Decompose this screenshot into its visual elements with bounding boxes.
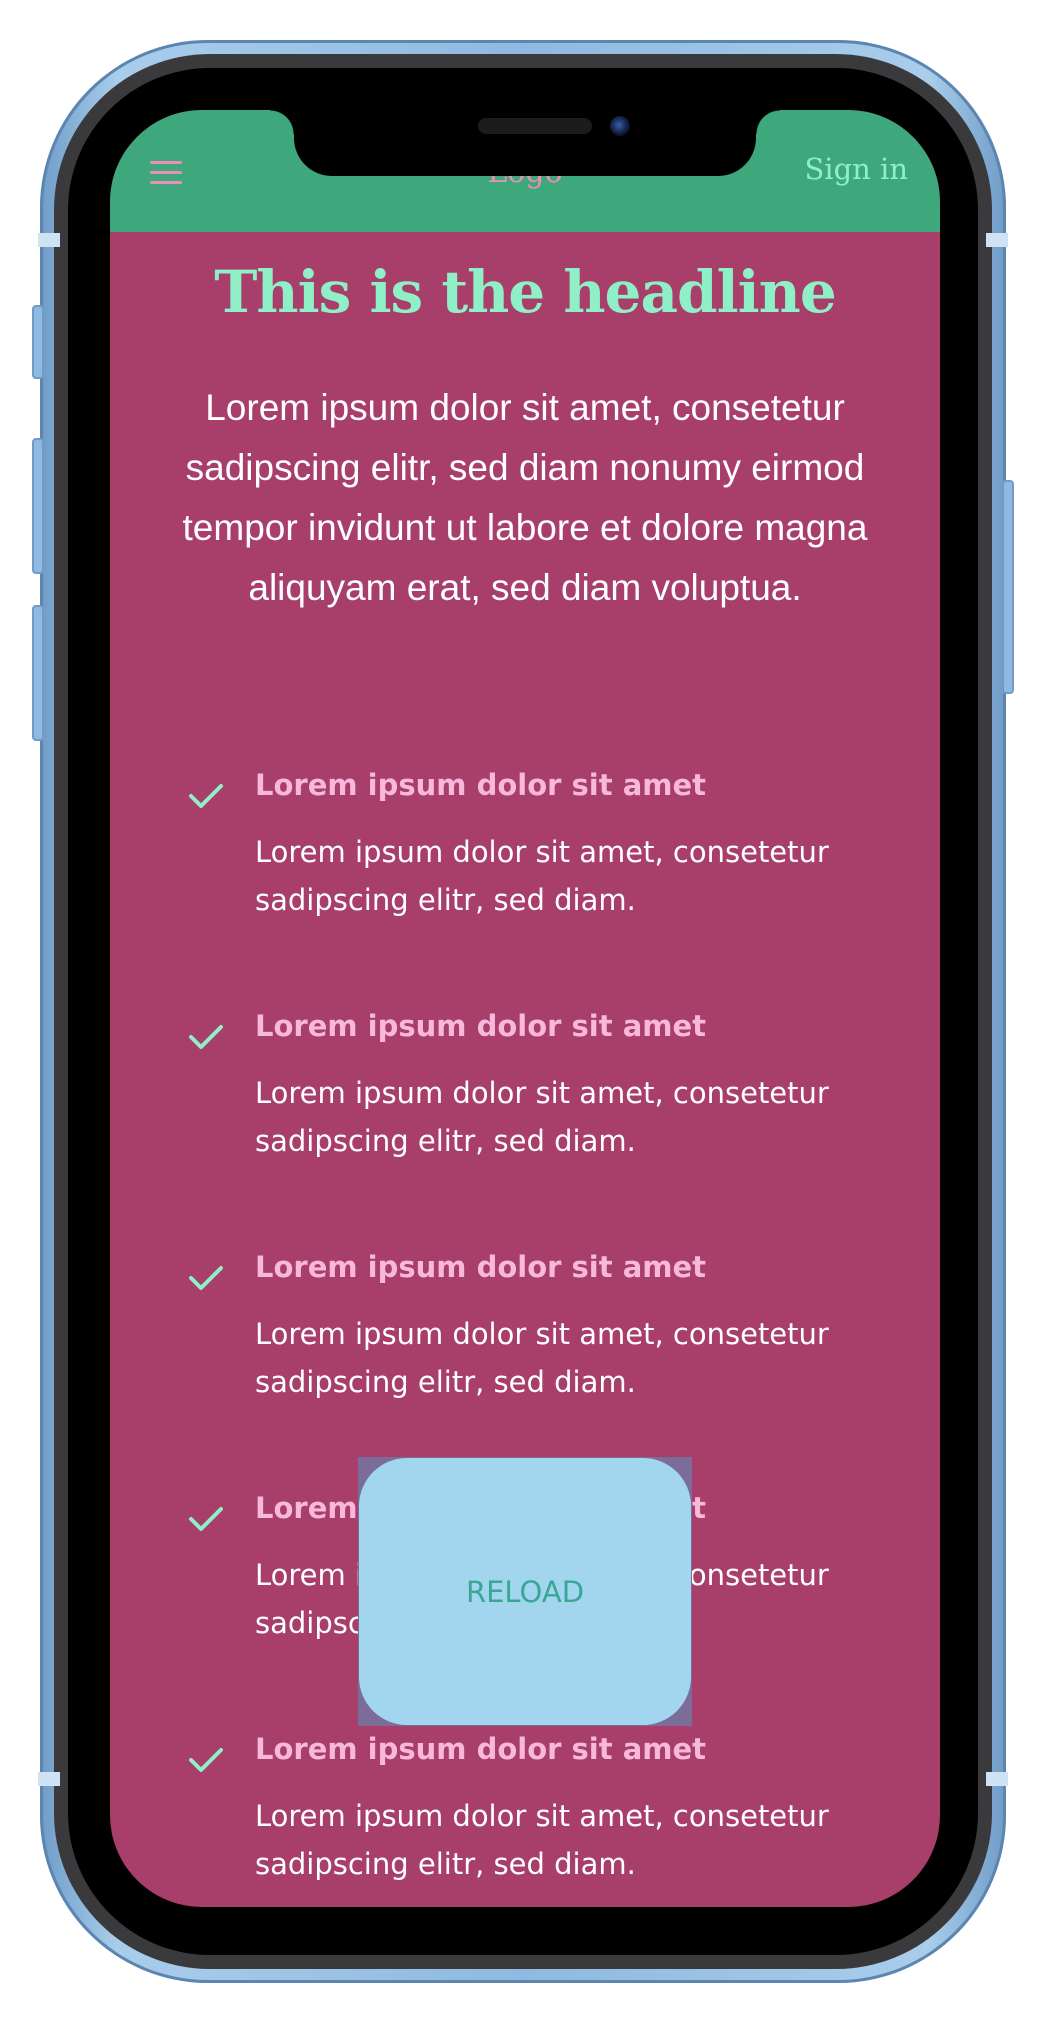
reload-overlay: RELOAD [358,1457,692,1726]
check-icon [189,1266,223,1290]
feature-title: Lorem ipsum dolor sit amet [255,768,707,802]
silent-switch [32,305,44,379]
check-icon [189,1507,223,1531]
feature-text: Lorem ipsum dolor sit amet, consetetur s… [255,835,829,917]
feature-item: Lorem ipsum dolor sit amet Lorem ipsum d… [110,1732,940,1907]
sign-in-link[interactable]: Sign in [804,152,908,186]
reload-button[interactable]: RELOAD [359,1458,691,1725]
front-camera-icon [610,116,630,136]
feature-title: Lorem ipsum dolor sit amet [255,1732,707,1766]
feature-item: Lorem ipsum dolor sit amet Lorem ipsum d… [110,1250,940,1450]
feature-text: Lorem ipsum dolor sit amet, consetetur s… [255,1317,829,1399]
check-icon [189,1748,223,1772]
page-headline: This is the headline [214,258,836,326]
antenna-line [38,233,60,247]
antenna-line [38,1772,60,1786]
power-button [1002,480,1014,694]
check-icon [189,784,223,808]
feature-title: Lorem ipsum dolor sit amet [255,1250,707,1284]
camera-notch [270,110,780,176]
feature-title: Lorem ipsum dolor sit amet [255,1009,707,1043]
feature-item: Lorem ipsum dolor sit amet Lorem ipsum d… [110,1009,940,1209]
volume-up-button [32,438,44,574]
phone-screen: Logo Sign in This is the headline Lorem … [110,110,940,1907]
earpiece-speaker [478,118,592,134]
volume-down-button [32,605,44,741]
antenna-line [986,1772,1008,1786]
feature-text: Lorem ipsum dolor sit amet, consetetur s… [255,1799,829,1881]
check-icon [189,1025,223,1049]
feature-item: Lorem ipsum dolor sit amet Lorem ipsum d… [110,768,940,968]
feature-text: Lorem ipsum dolor sit amet, consetetur s… [255,1076,829,1158]
intro-paragraph: Lorem ipsum dolor sit amet, consetetur s… [182,387,868,608]
antenna-line [986,233,1008,247]
